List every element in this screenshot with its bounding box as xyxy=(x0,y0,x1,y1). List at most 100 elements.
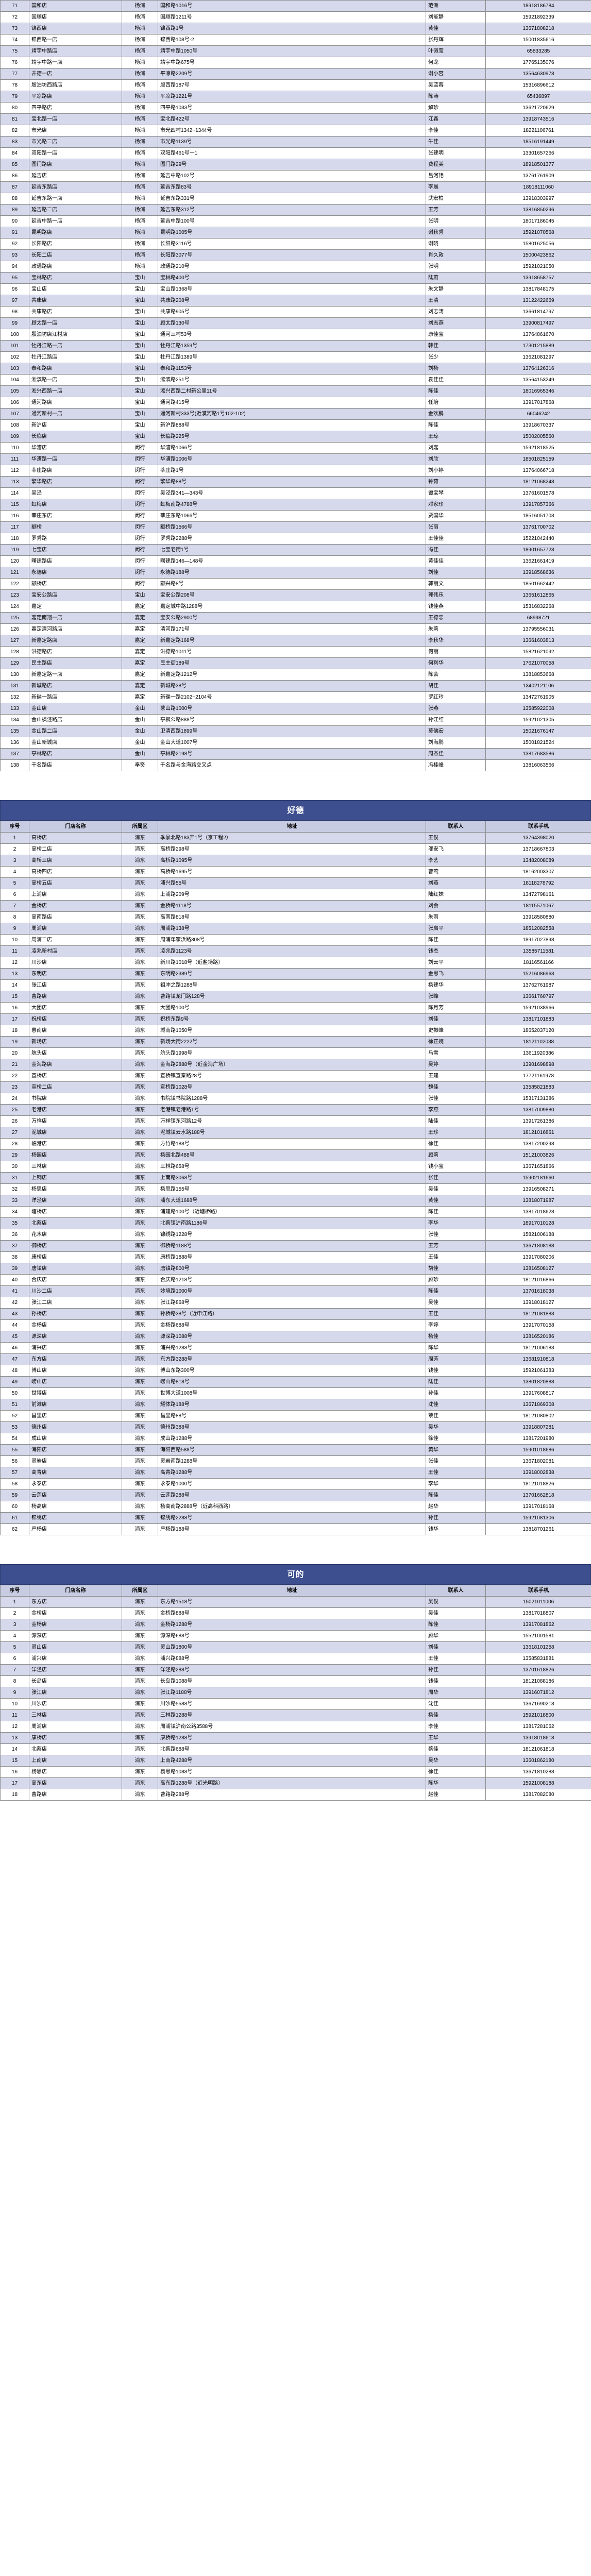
table-cell: 孙佳 xyxy=(426,1512,486,1524)
table-cell: 杨佳 xyxy=(426,1709,486,1721)
table-cell: 120 xyxy=(0,555,29,567)
table-cell: 杨思店 xyxy=(29,1183,122,1195)
table-cell: 泰和路1153号 xyxy=(158,363,426,375)
table-cell: 王珍 xyxy=(426,1127,486,1139)
table-cell: 浦东 xyxy=(122,1523,158,1535)
table-cell: 高桥四店 xyxy=(29,866,122,878)
table-cell: 浦东 xyxy=(122,1195,158,1207)
table-cell: 129 xyxy=(0,657,29,669)
table-cell: 蔡佳 xyxy=(426,1410,486,1422)
table-cell: 杨思路1088号 xyxy=(158,1766,426,1778)
table-cell: 18162003307 xyxy=(485,866,591,878)
table-cell: 朱雨 xyxy=(426,911,486,923)
table-cell: 金海路2888号（近金海广场） xyxy=(158,1059,426,1071)
table-cell: 105 xyxy=(0,385,29,397)
table-cell: 李佳 xyxy=(426,125,486,137)
table-cell: 王德忠 xyxy=(426,612,486,624)
table-row: 105 淞兴西路一店 宝山 淞兴西路二村新公里11号 陈佳 18016965346 xyxy=(0,385,591,397)
table-cell: 昆明路店 xyxy=(29,227,122,239)
table-cell: 王俊 xyxy=(426,832,486,844)
table-cell: 御桥店 xyxy=(29,1240,122,1252)
table-row: 116 莘庄东店 闵行 莘庄东路1066号 贾国华 18516051703 xyxy=(0,510,591,522)
table-cell: 宝山 xyxy=(122,419,158,431)
table-cell: 15921070568 xyxy=(485,227,591,239)
table-cell: 嘉定 xyxy=(122,612,158,624)
table-cell: 周浦店 xyxy=(29,1721,122,1733)
table-cell: 13816508127 xyxy=(485,1263,591,1275)
column-header: 联系人 xyxy=(426,1585,486,1597)
table-cell: 四平路1033号 xyxy=(158,102,426,114)
table-row: 113 繁华路店 闵行 繁华路88号 钟茹 18121068248 xyxy=(0,476,591,488)
table-cell: 宝山店 xyxy=(29,283,122,295)
table-cell: 浦东 xyxy=(122,877,158,889)
table-cell: 3 xyxy=(0,855,29,867)
table-cell: 13762761987 xyxy=(485,979,591,991)
table-cell: 浦东 xyxy=(122,1421,158,1433)
table-cell: 合庆路1218号 xyxy=(158,1274,426,1286)
table-cell: 13917608817 xyxy=(485,1387,591,1399)
table-cell: 18918501377 xyxy=(485,159,591,171)
table-row: 7 金桥店 浦东 金桥路1118号 刘会 18115571067 xyxy=(0,900,591,912)
table-cell: 金杨路688号 xyxy=(158,1319,426,1331)
table-cell: 延吉中路一店 xyxy=(29,215,122,227)
table-cell: 浦东 xyxy=(122,1766,158,1778)
table-cell: 延吉路二店 xyxy=(29,204,122,216)
table-cell: 13681910818 xyxy=(485,1353,591,1365)
table-cell: 朱莉 xyxy=(426,623,486,635)
table-cell: 吴佳 xyxy=(426,1607,486,1619)
table-cell: 13818853668 xyxy=(485,669,591,681)
table-cell: 李华 xyxy=(426,1478,486,1490)
table-row: 133 金山店 金山 蒙山路1000号 张燕 13585922008 xyxy=(0,703,591,715)
table-cell: 浦东 xyxy=(122,1217,158,1229)
table-cell: 王佳 xyxy=(426,1308,486,1320)
table-cell: 浦东 xyxy=(122,1698,158,1710)
table-row: 44 金杨店 浦东 金杨路688号 李婷 13917070158 xyxy=(0,1319,591,1331)
table-cell: 128 xyxy=(0,646,29,658)
table-cell: 浦东 xyxy=(122,900,158,912)
table-cell: 杨高南路2888号（近高科西路） xyxy=(158,1501,426,1513)
table-cell: 闵行 xyxy=(122,442,158,454)
table-cell: 宝山 xyxy=(122,340,158,352)
table-cell: 李佳 xyxy=(426,1721,486,1733)
table-cell: 15921061383 xyxy=(485,1365,591,1377)
table-cell: 冯桂峰 xyxy=(426,759,486,771)
table-cell: 世博店 xyxy=(29,1387,122,1399)
table-cell: 宝山 xyxy=(122,589,158,601)
table-cell: 浦东 xyxy=(122,1115,158,1127)
table-cell: 嘉定南翔一店 xyxy=(29,612,122,624)
table-row: 97 共康店 宝山 共康路208号 王清 13122422669 xyxy=(0,295,591,307)
table-cell: 曹莺 xyxy=(426,866,486,878)
table-row: 18 曹路店 浦东 曹路路288号 赵佳 13817082080 xyxy=(0,1789,591,1801)
table-row: 61 锦绣店 浦东 锦绣路2288号 孙佳 15921081306 xyxy=(0,1512,591,1524)
table-cell: 13916508271 xyxy=(485,1183,591,1195)
table-row: 31 上钢店 浦东 上南路3068号 张佳 15902181660 xyxy=(0,1172,591,1184)
table-cell: 15921892339 xyxy=(485,11,591,23)
table-cell: 清河路171号 xyxy=(158,623,426,635)
table-row: 6 浦兴店 浦东 浦兴路888号 王佳 13585831881 xyxy=(0,1653,591,1665)
table-cell: 陈华 xyxy=(426,1777,486,1789)
table-cell: 韩佳 xyxy=(426,340,486,352)
table-row: 115 虹梅店 闵行 虹梅南路4788号 邓家珍 13917857366 xyxy=(0,499,591,511)
table-cell: 42 xyxy=(0,1297,29,1309)
table-row: 5 灵山店 浦东 灵山路1800号 刘佳 13618101258 xyxy=(0,1641,591,1653)
table-cell: 洪德路店 xyxy=(29,646,122,658)
table-cell: 15921038966 xyxy=(485,1002,591,1014)
table-cell: 4 xyxy=(0,1630,29,1642)
table-cell: 图门路29号 xyxy=(158,159,426,171)
table-cell: 周浦路138号 xyxy=(158,923,426,935)
table-cell: 84 xyxy=(0,147,29,159)
table-cell: 13817009880 xyxy=(485,1104,591,1116)
table-cell: 灵山路1800号 xyxy=(158,1641,426,1653)
table-cell: 莘庄东店 xyxy=(29,510,122,522)
table-cell: 80 xyxy=(0,102,29,114)
table-cell: 徐佳 xyxy=(426,1766,486,1778)
table-cell: 老港店 xyxy=(29,1104,122,1116)
table-cell: 17721161978 xyxy=(485,1070,591,1082)
table-cell: 浦东 xyxy=(122,1596,158,1608)
table-cell: 75 xyxy=(0,45,29,57)
table-cell: 121 xyxy=(0,567,29,579)
table-cell: 18512082558 xyxy=(485,923,591,935)
table-cell: 范洲 xyxy=(426,0,486,12)
table-cell: 杨浦 xyxy=(122,57,158,69)
table-cell: 新嘉定路1212号 xyxy=(158,669,426,681)
